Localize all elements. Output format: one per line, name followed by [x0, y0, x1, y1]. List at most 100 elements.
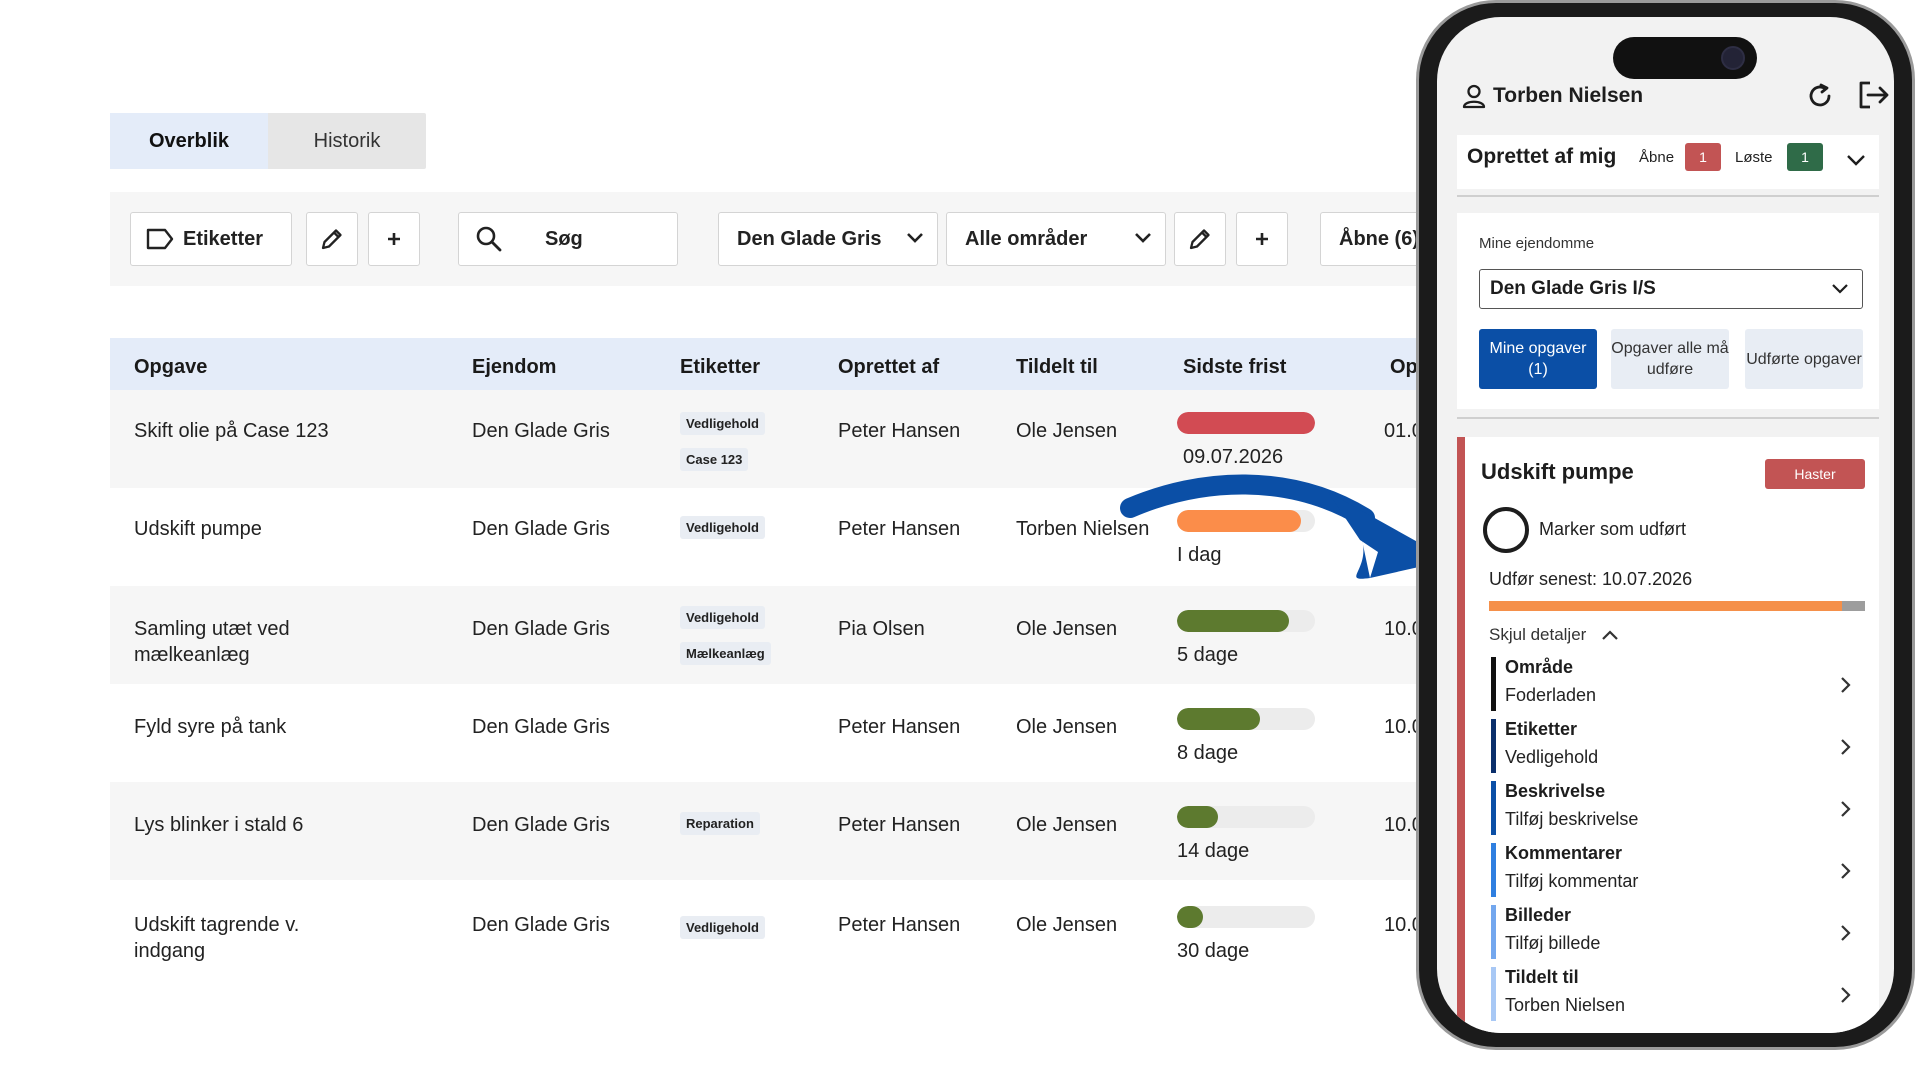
deadline-progress [1177, 610, 1315, 632]
col-etiketter[interactable]: Etiketter [680, 356, 760, 379]
open-count-label: Åbne [1639, 149, 1675, 166]
table-row[interactable]: Samling utæt ved mælkeanlæg Den Glade Gr… [110, 586, 1430, 684]
search-label: Søg [545, 227, 583, 250]
detail-color-bar [1491, 905, 1496, 959]
my-properties-select[interactable]: Den Glade Gris I/S [1479, 269, 1863, 309]
detail-labels[interactable]: Etiketter Vedligehold [1491, 719, 1863, 775]
chevron-right-icon [1841, 739, 1851, 755]
edit-labels-button[interactable] [306, 212, 358, 266]
task-assigned-to: Ole Jensen [1016, 814, 1118, 836]
add-area-button[interactable] [1236, 212, 1288, 266]
task-created: 10.0 [1384, 618, 1420, 640]
detail-color-bar [1491, 843, 1496, 897]
mark-done-checkbox[interactable] [1483, 507, 1529, 553]
task-card-title: Udskift pumpe [1481, 459, 1634, 484]
refresh-icon[interactable] [1805, 81, 1835, 111]
user-profile[interactable]: Torben Nielsen [1461, 83, 1643, 109]
task-created: 10.0 [1384, 814, 1420, 836]
chevron-right-icon [1841, 925, 1851, 941]
chevron-down-icon [1832, 284, 1848, 294]
col-opgave[interactable]: Opgave [134, 356, 207, 379]
task-name: Lys blinker i stald 6 [134, 814, 304, 836]
segment-completed-tasks[interactable]: Udførte opgaver [1745, 329, 1863, 389]
deadline-progress-fill [1177, 906, 1204, 928]
table-row[interactable]: Fyld syre på tank Den Glade Gris Peter H… [110, 684, 1430, 782]
detail-label: Etiketter [1505, 719, 1578, 739]
detail-label: Kommentarer [1505, 843, 1623, 863]
phone-header: Torben Nielsen [1461, 77, 1889, 117]
mark-done-label: Marker som udført [1539, 519, 1687, 539]
task-assigned-to: Ole Jensen [1016, 914, 1118, 936]
hide-details-label: Skjul detaljer [1489, 625, 1587, 644]
created-by-me-title: Oprettet af mig [1467, 145, 1617, 168]
search-icon [476, 226, 502, 252]
table-row[interactable]: Udskift tagrende v. indgang Den Glade Gr… [110, 880, 1430, 978]
tag-badge: Vedligehold [680, 916, 765, 939]
table-row[interactable]: Lys blinker i stald 6 Den Glade Gris Rep… [110, 782, 1430, 880]
area-select[interactable]: Alle områder [946, 212, 1166, 266]
task-assigned-to: Ole Jensen [1016, 618, 1118, 640]
plus-icon [1256, 233, 1268, 245]
tag-badge: Vedligehold [680, 412, 765, 435]
pencil-icon [321, 229, 342, 250]
tag-badge: Vedligehold [680, 606, 765, 629]
user-name: Torben Nielsen [1493, 84, 1644, 107]
camera-icon [1721, 46, 1745, 70]
chevron-right-icon [1841, 677, 1851, 693]
logout-icon[interactable] [1857, 79, 1891, 111]
col-tildelt-til[interactable]: Tildelt til [1016, 356, 1098, 379]
segment-my-tasks[interactable]: Mine opgaver (1) [1479, 329, 1597, 389]
deadline-progress-fill [1177, 610, 1289, 632]
detail-color-bar [1491, 781, 1496, 835]
task-progress-fill [1489, 601, 1843, 611]
detail-label: Billeder [1505, 905, 1572, 925]
detail-comments[interactable]: Kommentarer Tilføj kommentar [1491, 843, 1863, 899]
hide-details-toggle[interactable]: Skjul detaljer [1489, 625, 1620, 645]
detail-value: Torben Nielsen [1505, 995, 1626, 1015]
deadline-progress [1177, 806, 1315, 828]
pencil-icon [1189, 229, 1210, 250]
add-label-button[interactable] [368, 212, 420, 266]
task-created-by: Peter Hansen [838, 814, 961, 836]
edit-area-button[interactable] [1174, 212, 1226, 266]
col-ejendom[interactable]: Ejendom [472, 356, 556, 379]
deadline-progress [1177, 708, 1315, 730]
divider [1457, 195, 1879, 197]
detail-assigned-to[interactable]: Tildelt til Torben Nielsen [1491, 967, 1863, 1023]
tab-overblik[interactable]: Overblik [110, 113, 268, 169]
urgent-badge: Haster [1765, 459, 1865, 489]
detail-value: Tilføj billede [1505, 933, 1601, 953]
detail-color-bar [1491, 657, 1496, 711]
deadline-progress-fill [1177, 806, 1219, 828]
property-select[interactable]: Den Glade Gris [718, 212, 938, 266]
deadline-progress-fill [1177, 412, 1315, 434]
property-select-value: Den Glade Gris [737, 227, 882, 250]
task-property: Den Glade Gris [472, 618, 610, 640]
chevron-right-icon [1841, 801, 1851, 817]
task-property: Den Glade Gris [472, 716, 610, 738]
task-property: Den Glade Gris [472, 420, 610, 442]
solved-count-badge: 1 [1787, 143, 1823, 171]
chevron-down-icon[interactable] [1845, 153, 1867, 169]
detail-images[interactable]: Billeder Tilføj billede [1491, 905, 1863, 961]
col-sidste-frist[interactable]: Sidste frist [1183, 356, 1286, 379]
detail-area[interactable]: Område Foderladen [1491, 657, 1863, 713]
detail-label: Område [1505, 657, 1574, 677]
tab-historik[interactable]: Historik [268, 113, 426, 169]
col-oprettet-af[interactable]: Oprettet af [838, 356, 939, 379]
segment-all-tasks[interactable]: Opgaver alle må udføre [1611, 329, 1729, 389]
task-created-by: Peter Hansen [838, 914, 961, 936]
task-created: 10.0 [1384, 716, 1420, 738]
task-name: Udskift tagrende v. indgang [134, 914, 300, 962]
table-header: Opgave Ejendom Etiketter Oprettet af Til… [110, 338, 1430, 390]
created-by-me-panel[interactable]: Oprettet af mig Åbne 1 Løste 1 [1457, 135, 1879, 189]
deadline-progress-fill [1177, 708, 1260, 730]
task-name: Samling utæt ved mælkeanlæg [134, 618, 290, 666]
detail-value: Tilføj beskrivelse [1505, 809, 1639, 829]
labels-button[interactable]: Etiketter [130, 212, 292, 266]
task-created-by: Peter Hansen [838, 420, 961, 442]
my-properties-value: Den Glade Gris I/S [1490, 278, 1656, 299]
search-field[interactable]: Søg [458, 212, 678, 266]
solved-count-label: Løste [1735, 149, 1773, 166]
detail-description[interactable]: Beskrivelse Tilføj beskrivelse [1491, 781, 1863, 837]
